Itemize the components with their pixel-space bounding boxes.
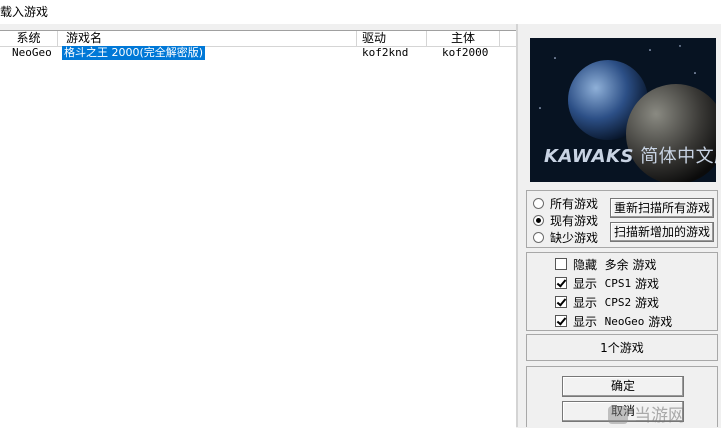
- radio-label: 现有游戏: [550, 213, 599, 228]
- column-header-system[interactable]: 系统: [0, 31, 58, 46]
- game-list[interactable]: 系统 游戏名 驱动 主体 NeoGeo 格斗之王 2000(完全解密版) kof…: [0, 30, 516, 428]
- kawaks-banner-image: KAWAKS 简体中文版: [530, 38, 716, 182]
- radio-label: 缺少游戏: [550, 230, 599, 245]
- radio-circle[interactable]: [533, 214, 544, 226]
- option-label-c: 游戏: [634, 276, 659, 291]
- title-bar: 载入游戏: [0, 0, 721, 24]
- option-label-b: 多余: [604, 257, 629, 272]
- ok-button[interactable]: 确定: [562, 376, 684, 397]
- radio-missing-games[interactable]: 缺少游戏: [533, 229, 598, 245]
- radio-available-games[interactable]: 现有游戏: [533, 212, 598, 228]
- table-row[interactable]: NeoGeo 格斗之王 2000(完全解密版) kof2knd kof2000: [0, 46, 516, 60]
- list-header: 系统 游戏名 驱动 主体: [0, 31, 516, 47]
- option-show-cps1[interactable]: 显示 CPS1 游戏: [555, 274, 659, 292]
- option-hide-extra[interactable]: 隐藏 多余 游戏: [555, 255, 657, 273]
- option-label-c: 游戏: [632, 257, 657, 272]
- banner-title-cn: 简体中文版: [640, 146, 716, 167]
- option-label-c: 游戏: [634, 295, 659, 310]
- option-label-a: 隐藏: [573, 257, 598, 272]
- row-system: NeoGeo: [12, 46, 52, 59]
- banner-caption: KAWAKS 简体中文版: [544, 142, 716, 168]
- row-game-name: 格斗之王 2000(完全解密版): [62, 46, 206, 60]
- column-header-driver[interactable]: 驱动: [357, 31, 427, 46]
- radio-all-games[interactable]: 所有游戏: [533, 195, 598, 211]
- radio-circle[interactable]: [533, 197, 544, 209]
- option-show-cps2[interactable]: 显示 CPS2 游戏: [555, 293, 659, 311]
- watermark-text: 当游网: [634, 406, 685, 426]
- checkbox[interactable]: [555, 277, 567, 289]
- option-label-a: 显示: [573, 295, 598, 310]
- radio-circle[interactable]: [533, 231, 544, 243]
- checkbox[interactable]: [555, 315, 567, 327]
- splitter[interactable]: [516, 24, 518, 427]
- option-label-a: 显示: [573, 276, 598, 291]
- option-show-neogeo[interactable]: 显示 NeoGeo 游戏: [555, 312, 672, 330]
- option-label-b: CPS1: [604, 276, 632, 290]
- checkbox[interactable]: [555, 258, 567, 270]
- watermark-logo-icon: [608, 406, 628, 424]
- checkbox[interactable]: [555, 296, 567, 308]
- option-label-c: 游戏: [648, 314, 673, 329]
- filter-group: 所有游戏 现有游戏 缺少游戏 重新扫描所有游戏 扫描新增加的游戏: [526, 190, 718, 248]
- window-title: 载入游戏: [0, 5, 49, 19]
- row-driver: kof2knd: [362, 46, 409, 59]
- game-count-status: 1个游戏: [526, 334, 718, 361]
- banner-title-en: KAWAKS: [544, 146, 634, 167]
- display-options-group: 隐藏 多余 游戏 显示 CPS1 游戏 显示 CPS2 游戏 显示 NeoGeo…: [526, 252, 718, 331]
- option-label-b: NeoGeo: [604, 314, 645, 328]
- option-label-b: CPS2: [604, 295, 632, 309]
- radio-label: 所有游戏: [550, 196, 599, 211]
- scan-new-button[interactable]: 扫描新增加的游戏: [610, 222, 714, 242]
- watermark: 当游网: [608, 401, 685, 426]
- column-header-parent[interactable]: 主体: [427, 31, 500, 46]
- option-label-a: 显示: [573, 314, 598, 329]
- column-header-game-name[interactable]: 游戏名: [58, 31, 357, 46]
- rescan-all-button[interactable]: 重新扫描所有游戏: [610, 198, 714, 218]
- row-parent: kof2000: [442, 46, 489, 59]
